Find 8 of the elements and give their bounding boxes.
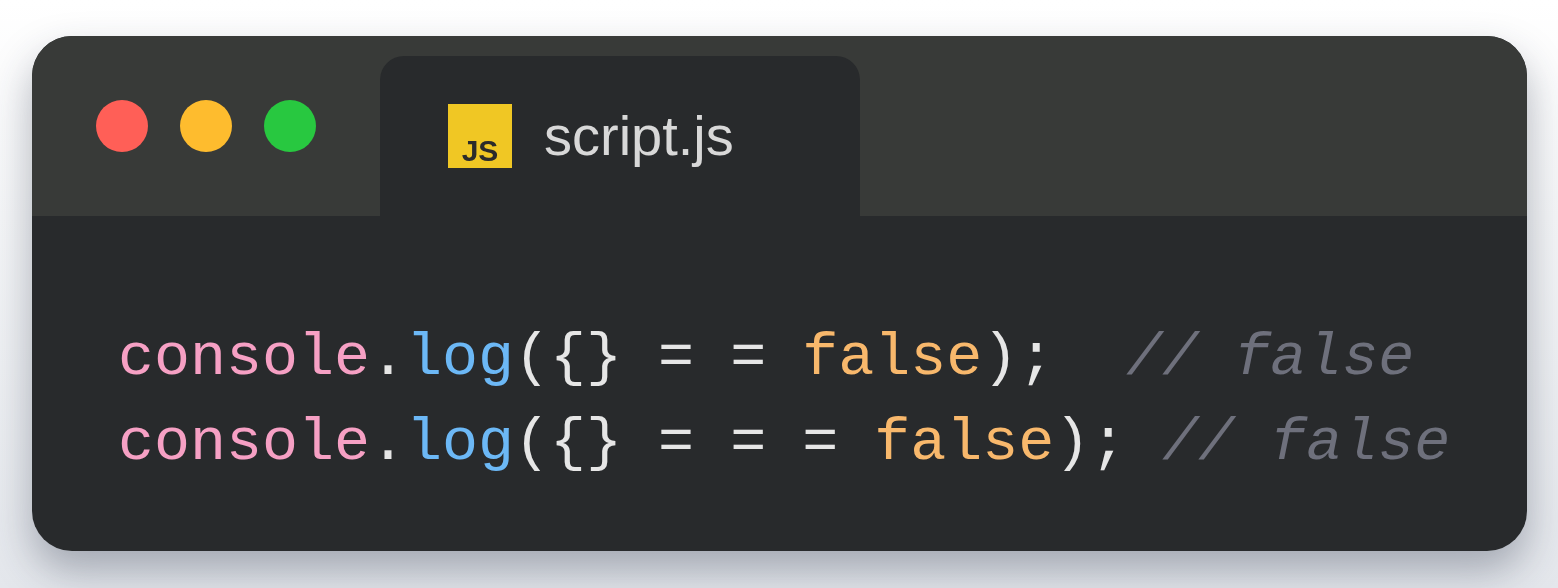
close-icon[interactable] (96, 100, 148, 152)
js-file-icon: JS (448, 104, 512, 168)
code-line: console.log({} = = false); // false (118, 323, 1415, 394)
maximize-icon[interactable] (264, 100, 316, 152)
minimize-icon[interactable] (180, 100, 232, 152)
code-line: console.log({} = = = false); // false (118, 408, 1451, 479)
tab-label: script.js (544, 103, 734, 169)
file-tab[interactable]: JS script.js (380, 56, 860, 216)
